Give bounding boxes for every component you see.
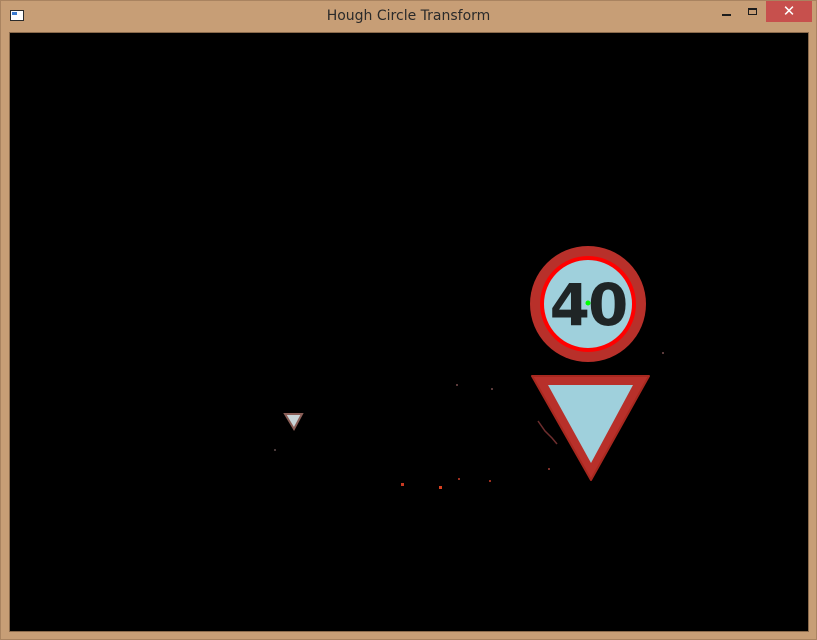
close-icon: ✕: [782, 2, 796, 20]
small-yield-sign: [283, 413, 304, 432]
maximize-icon: [747, 8, 757, 15]
window-title: Hough Circle Transform: [326, 8, 491, 24]
title-bar[interactable]: Hough Circle Transform ✕: [1, 1, 816, 32]
close-button[interactable]: ✕: [766, 1, 812, 22]
maximize-button[interactable]: [739, 1, 765, 22]
image-canvas: 40: [9, 32, 809, 632]
minimize-button[interactable]: [713, 1, 739, 22]
processed-image: 40: [274, 246, 664, 489]
minimize-icon: [721, 13, 731, 16]
app-window: Hough Circle Transform ✕ 40: [0, 0, 817, 640]
detected-circle-center: [585, 300, 591, 306]
yield-sign: [531, 375, 650, 481]
